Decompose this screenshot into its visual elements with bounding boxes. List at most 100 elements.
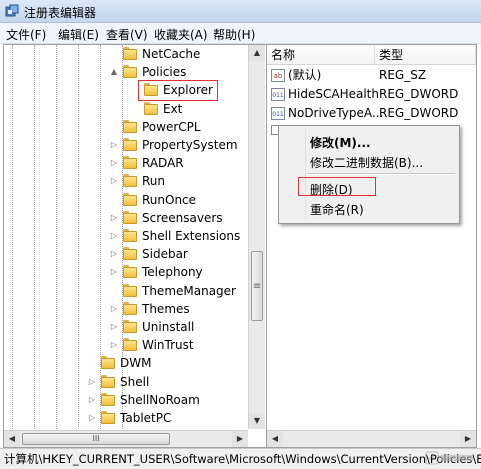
folder-icon <box>123 229 137 242</box>
tree-item-label: WinTrust <box>142 338 194 353</box>
value-name: (默认) <box>288 68 322 82</box>
expand-arrow-icon[interactable]: ▷ <box>109 209 119 227</box>
tree-horizontal-scrollbar[interactable]: ◀ III ▶ <box>4 430 248 447</box>
tree-item-telephony[interactable]: ▷ Telephony <box>4 263 244 281</box>
column-header-name[interactable]: 名称 <box>267 45 375 65</box>
folder-icon <box>144 101 158 115</box>
status-bar: 计算机\HKEY_CURRENT_USER\Software\Microsoft… <box>0 448 481 469</box>
registry-tree-pane[interactable]: NetCache ▲ Policies Explorer Ext PowerCPL ▷ Pro… <box>3 44 267 448</box>
menu-gutter <box>305 128 306 219</box>
expand-arrow-icon[interactable]: ▷ <box>109 227 119 245</box>
tree-item-dwm[interactable]: DWM <box>4 354 244 372</box>
tree-item-run[interactable]: ▷ Run <box>4 172 244 190</box>
value-name: NoDriveTypeA... <box>288 106 384 120</box>
tree-item-tabletpc[interactable]: ▷ TabletPC <box>4 409 244 427</box>
scroll-down-arrow-icon[interactable]: ▼ <box>249 413 265 429</box>
tree-item-thememanager[interactable]: ThemeManager <box>4 282 244 300</box>
tree-vertical-scrollbar[interactable]: ▲ ≡ ▼ <box>248 45 265 429</box>
folder-icon <box>123 156 137 170</box>
value-row[interactable]: 011 NoDriveTypeA... REG_DWORD <box>267 104 476 123</box>
tree-item-label: Screensavers <box>142 210 223 225</box>
tree-item-label: Shell Extensions <box>142 229 241 243</box>
expand-arrow-icon[interactable]: ▷ <box>87 409 97 427</box>
tree-item-label: Ext <box>163 101 183 116</box>
folder-icon <box>123 138 137 151</box>
registry-dword-icon: 011 <box>271 88 285 101</box>
tree-item-label: RADAR <box>142 156 184 171</box>
column-header-type[interactable]: 类型 <box>375 45 476 65</box>
tree-item-netcache[interactable]: NetCache <box>4 45 244 63</box>
expand-arrow-icon[interactable]: ▲ <box>109 63 119 81</box>
tree-item-policies[interactable]: ▲ Policies <box>4 63 244 81</box>
folder-icon <box>101 374 115 388</box>
scroll-right-arrow-icon[interactable]: ▶ <box>460 431 476 447</box>
menu-item-modify-binary[interactable]: 修改二进制数据(B)... <box>310 154 423 171</box>
menu-help[interactable]: 帮助(H) <box>213 26 255 43</box>
scroll-left-arrow-icon[interactable]: ◀ <box>4 431 20 447</box>
value-row[interactable]: ab (默认) REG_SZ <box>267 66 476 85</box>
scroll-up-arrow-icon[interactable]: ▲ <box>249 45 265 61</box>
scrollbar-thumb-horizontal[interactable]: III <box>22 433 170 445</box>
expand-arrow-icon[interactable]: ▷ <box>109 263 119 281</box>
value-row[interactable]: 011 HideSCAHealth REG_DWORD <box>267 85 476 104</box>
tree-item-wintrust[interactable]: ▷ WinTrust <box>4 336 244 354</box>
expand-arrow-icon[interactable]: ▷ <box>87 373 97 391</box>
folder-icon <box>101 411 115 424</box>
tree-item-runonce[interactable]: RunOnce <box>4 191 244 209</box>
folder-icon <box>123 119 137 133</box>
registry-values-pane[interactable]: 名称 类型 ab (默认) REG_SZ 011 HideSCAHealth REG_DW… <box>266 44 477 448</box>
delete-highlight-box <box>298 177 376 196</box>
expand-arrow-icon[interactable]: ▷ <box>87 391 97 409</box>
explorer-highlight-box <box>138 80 218 101</box>
folder-icon <box>123 283 137 297</box>
status-path: 计算机\HKEY_CURRENT_USER\Software\Microsoft… <box>4 452 481 466</box>
tree-item-label: ShellNoRoam <box>120 392 200 407</box>
folder-icon <box>123 320 137 333</box>
expand-arrow-icon[interactable]: ▷ <box>109 154 119 172</box>
tree-item-screensavers[interactable]: ▷ Screensavers <box>4 209 244 227</box>
expand-arrow-icon[interactable]: ▷ <box>109 245 119 263</box>
tree-item-shell-extensions[interactable]: ▷ Shell Extensions <box>4 227 244 245</box>
folder-icon <box>123 210 137 224</box>
tree-item-themes[interactable]: ▷ Themes <box>4 300 244 318</box>
scrollbar-thumb[interactable]: ≡ <box>251 251 263 321</box>
values-horizontal-scrollbar[interactable]: ◀ ▶ <box>267 430 476 447</box>
menu-item-modify[interactable]: 修改(M)... <box>310 134 371 151</box>
folder-icon <box>123 174 137 188</box>
title-bar: 注册表编辑器 <box>0 0 481 23</box>
menu-edit[interactable]: 编辑(E) <box>58 26 99 43</box>
folder-icon <box>101 356 115 370</box>
value-type: REG_DWORD <box>379 87 459 101</box>
tree-item-label: Telephony <box>142 265 203 280</box>
folder-icon <box>123 265 137 279</box>
tree-item-sidebar[interactable]: ▷ Sidebar <box>4 245 244 263</box>
tree-item-label: PropertySystem <box>142 138 238 152</box>
tree-item-powercpl[interactable]: PowerCPL <box>4 118 244 136</box>
expand-arrow-icon[interactable]: ▷ <box>109 172 119 190</box>
menu-item-rename[interactable]: 重命名(R) <box>310 201 364 218</box>
tree-item-radar[interactable]: ▷ RADAR <box>4 154 244 172</box>
expand-arrow-icon[interactable]: ▷ <box>109 136 119 154</box>
menu-view[interactable]: 查看(V) <box>106 26 148 43</box>
menu-file[interactable]: 文件(F) <box>6 26 46 43</box>
tree-item-label: TabletPC <box>120 411 172 425</box>
tree-item-propertysystem[interactable]: ▷ PropertySystem <box>4 136 244 154</box>
expand-arrow-icon[interactable]: ▷ <box>109 336 119 354</box>
tree-item-ext[interactable]: Ext <box>4 100 244 118</box>
tree-item-label: Uninstall <box>142 320 195 334</box>
registry-string-icon: ab <box>271 69 285 82</box>
menu-separator <box>307 173 455 175</box>
menu-favorites[interactable]: 收藏夹(A) <box>154 26 208 43</box>
folder-icon <box>123 65 137 79</box>
tree-item-label: RunOnce <box>142 192 197 207</box>
expand-arrow-icon[interactable]: ▷ <box>109 300 119 318</box>
scroll-right-arrow-icon[interactable]: ▶ <box>232 431 248 447</box>
tree-item-shellnoroam[interactable]: ▷ ShellNoRoam <box>4 391 244 409</box>
scroll-left-arrow-icon[interactable]: ◀ <box>267 431 283 447</box>
context-menu: 修改(M)... 修改二进制数据(B)... 删除(D) 重命名(R) <box>278 125 460 224</box>
tree-item-label: PowerCPL <box>142 119 201 134</box>
tree-item-uninstall[interactable]: ▷ Uninstall <box>4 318 244 336</box>
expand-arrow-icon[interactable]: ▷ <box>109 318 119 336</box>
tree-item-shell[interactable]: ▷ Shell <box>4 373 244 391</box>
folder-icon <box>123 301 137 315</box>
